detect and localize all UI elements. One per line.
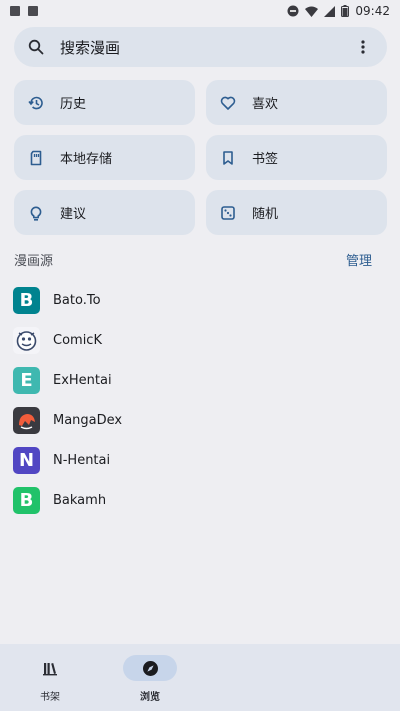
quick-actions: 历史 喜欢 本地存储 书签 建议 随机 (14, 80, 387, 235)
heart-icon (220, 95, 236, 111)
exhentai-logo-icon: E (13, 366, 40, 394)
list-item[interactable]: B Bato.To (13, 280, 387, 320)
list-item[interactable]: B Bakamh (13, 480, 387, 520)
sources-section-header: 漫画源 管理 (14, 250, 372, 269)
bookmarks-button[interactable]: 书签 (206, 135, 387, 180)
image-notification-icon (10, 6, 20, 16)
list-item[interactable]: E ExHentai (13, 360, 387, 400)
system-status: 09:42 (287, 4, 390, 18)
history-label: 历史 (60, 97, 87, 112)
list-item[interactable]: MangaDex (13, 400, 387, 440)
mangadex-logo-icon (13, 406, 40, 434)
source-name: N-Hentai (53, 452, 111, 468)
comick-logo-icon (13, 326, 40, 354)
battery-icon (341, 5, 350, 17)
search-icon (28, 39, 44, 55)
status-bar: 09:42 (0, 0, 400, 22)
nav-item-bookshelf[interactable]: 书架 (0, 644, 100, 711)
favorites-button[interactable]: 喜欢 (206, 80, 387, 125)
nav-item-3[interactable] (200, 644, 300, 711)
manage-sources-button[interactable]: 管理 (346, 250, 372, 269)
dnd-icon (287, 5, 299, 17)
source-name: ComicK (53, 332, 102, 348)
source-name: MangaDex (53, 412, 123, 428)
lightbulb-icon (28, 205, 44, 221)
source-name: ExHentai (53, 372, 112, 388)
storage-icon (28, 150, 44, 166)
local-storage-label: 本地存储 (60, 152, 113, 167)
sources-list: B Bato.To ComicK E ExHentai MangaDex N N… (13, 280, 387, 520)
history-button[interactable]: 历史 (14, 80, 195, 125)
search-placeholder[interactable]: 搜索漫画 (60, 37, 353, 58)
library-icon (23, 655, 77, 681)
nav-item-explore[interactable]: 浏览 (100, 644, 200, 711)
bakamh-logo-icon: B (13, 486, 40, 514)
local-storage-button[interactable]: 本地存储 (14, 135, 195, 180)
nav-label-explore: 浏览 (140, 692, 160, 703)
source-name: Bato.To (53, 292, 101, 308)
app-notification-icon (28, 6, 38, 16)
source-name: Bakamh (53, 492, 107, 508)
list-item[interactable]: N N-Hentai (13, 440, 387, 480)
notification-icons (10, 6, 38, 16)
suggestions-label: 建议 (60, 207, 87, 222)
blank-icon (223, 655, 277, 681)
suggestions-button[interactable]: 建议 (14, 190, 195, 235)
random-label: 随机 (252, 207, 279, 222)
more-vert-icon[interactable] (353, 40, 373, 54)
dice-icon (220, 205, 236, 221)
status-time: 09:42 (355, 4, 390, 18)
compass-icon (123, 655, 177, 681)
list-item[interactable]: ComicK (13, 320, 387, 360)
bookmark-icon (220, 150, 236, 166)
random-button[interactable]: 随机 (206, 190, 387, 235)
search-bar[interactable]: 搜索漫画 (14, 27, 387, 67)
bottom-navigation: 书架 浏览 (0, 644, 400, 711)
batoto-logo-icon: B (13, 286, 40, 314)
nav-label-bookshelf: 书架 (40, 692, 60, 703)
blank-icon (323, 655, 377, 681)
sources-section-title: 漫画源 (14, 254, 54, 269)
history-icon (28, 95, 44, 111)
signal-icon (324, 5, 336, 17)
nhentai-logo-icon: N (13, 446, 40, 474)
nav-item-4[interactable] (300, 644, 400, 711)
wifi-icon (305, 6, 319, 17)
favorites-label: 喜欢 (252, 97, 279, 112)
bookmarks-label: 书签 (252, 152, 279, 167)
